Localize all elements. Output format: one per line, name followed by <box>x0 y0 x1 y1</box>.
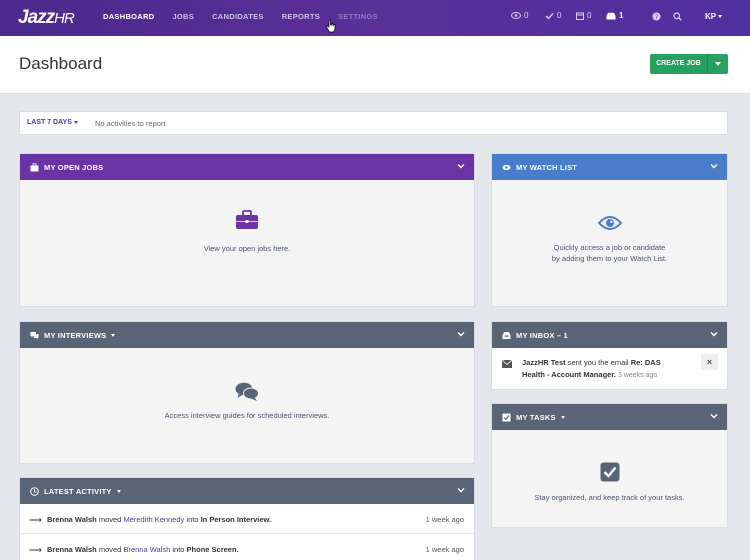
inbox-header[interactable]: MY INBOX – 1 <box>492 322 727 348</box>
arrow-right-icon: ⟶ <box>29 545 42 555</box>
tasks-empty-text: Stay organized, and keep track of your t… <box>534 493 685 502</box>
tasks-body: Stay organized, and keep track of your t… <box>492 430 727 527</box>
chevron-down-icon[interactable] <box>457 162 465 170</box>
activity-row: ⟶ Brenna Walsh moved Meredith Kennedy in… <box>20 505 474 534</box>
latest-activity-header[interactable]: LATEST ACTIVITY <box>20 478 474 504</box>
calendar-counter[interactable]: 0 <box>576 11 591 20</box>
date-range-select[interactable]: LAST 7 DAYS <box>27 119 78 126</box>
checkbox-icon <box>502 413 511 421</box>
chat-bubbles-icon <box>235 382 259 401</box>
page-title: Dashboard <box>19 54 103 73</box>
latest-activity-title: LATEST ACTIVITY <box>44 486 112 496</box>
open-jobs-body: View your open jobs here. <box>20 180 474 306</box>
search-icon[interactable] <box>673 12 682 21</box>
watch-list-panel: MY WATCH LIST Quickly access a job or ca… <box>491 153 728 307</box>
latest-activity-panel: LATEST ACTIVITY ⟶ Brenna Walsh moved Mer… <box>19 477 475 560</box>
tasks-panel: MY TASKS Stay organized, and keep track … <box>491 403 728 528</box>
jazzhr-logo[interactable]: JazzHR <box>18 7 75 29</box>
create-job-button[interactable]: CREATE JOB <box>650 54 708 74</box>
chat-icon <box>30 331 39 339</box>
tasks-title: MY TASKS <box>516 412 556 422</box>
open-jobs-title: MY OPEN JOBS <box>44 162 104 172</box>
nav-settings[interactable]: SETTINGS <box>338 12 378 21</box>
chevron-down-icon[interactable] <box>560 415 565 419</box>
help-icon[interactable]: ? <box>652 12 661 21</box>
nav-jobs[interactable]: JOBS <box>172 12 194 21</box>
eye-icon <box>597 216 622 230</box>
svg-text:?: ? <box>655 14 658 21</box>
chevron-down-icon[interactable] <box>710 162 718 170</box>
briefcase-icon <box>236 210 258 229</box>
open-jobs-panel: MY OPEN JOBS View your open jobs here. <box>19 153 475 307</box>
inbox-counter[interactable]: 1 <box>606 11 623 20</box>
top-nav-bar: JazzHR DASHBOARD JOBS CANDIDATES REPORTS… <box>0 0 750 36</box>
nav-candidates[interactable]: CANDIDATES <box>212 12 264 21</box>
watch-list-header[interactable]: MY WATCH LIST <box>492 154 727 180</box>
interviews-panel: MY INTERVIEWS Access interview guides fo… <box>19 321 475 464</box>
watch-list-empty-text: Quickly access a job or candidate by add… <box>551 243 668 263</box>
activity-row: ⟶ Brenna Walsh moved Brenna Walsh into P… <box>20 535 474 560</box>
arrow-right-icon: ⟶ <box>29 515 42 525</box>
nav-dashboard[interactable]: DASHBOARD <box>103 12 154 21</box>
empty-activity-text: No activities to report <box>95 119 166 128</box>
activity-candidate-link[interactable]: Meredith Kennedy <box>123 515 184 524</box>
activity-candidate-link[interactable]: Brenna Walsh <box>123 545 170 554</box>
dismiss-message-button[interactable]: × <box>701 354 718 370</box>
check-icon <box>545 12 554 20</box>
page-header: Dashboard CREATE JOB <box>0 36 750 94</box>
inbox-message-text: JazzHR Test sent you the email Re: DAS H… <box>522 358 661 379</box>
eye-icon <box>511 12 521 19</box>
main-nav: DASHBOARD JOBS CANDIDATES REPORTS SETTIN… <box>103 12 396 21</box>
activity-time: 1 week ago <box>425 515 464 524</box>
user-menu[interactable]: KP <box>705 12 723 21</box>
eye-icon <box>502 164 511 170</box>
chevron-down-icon <box>718 15 723 19</box>
chevron-down-icon[interactable] <box>710 330 718 338</box>
envelope-icon <box>502 360 512 368</box>
interviews-title: MY INTERVIEWS <box>44 330 107 340</box>
create-job-button-group: CREATE JOB <box>650 54 728 74</box>
activity-stage: In Person Interview. <box>200 515 272 524</box>
calendar-icon <box>576 12 584 20</box>
activity-stage: Phone Screen. <box>186 545 239 554</box>
inbox-tray-icon <box>606 12 616 19</box>
watch-counter[interactable]: 0 <box>511 11 528 20</box>
interviews-body: Access interview guides for scheduled in… <box>20 348 474 463</box>
interviews-empty-text: Access interview guides for scheduled in… <box>164 411 330 420</box>
chevron-down-icon <box>715 62 721 66</box>
chevron-down-icon[interactable] <box>457 486 465 494</box>
interviews-header[interactable]: MY INTERVIEWS <box>20 322 474 348</box>
briefcase-icon <box>30 162 39 171</box>
inbox-message-item[interactable]: JazzHR Test sent you the email Re: DAS H… <box>492 348 727 389</box>
open-jobs-header[interactable]: MY OPEN JOBS <box>20 154 474 180</box>
watch-list-body: Quickly access a job or candidate by add… <box>492 180 727 306</box>
checkbox-icon <box>600 462 619 482</box>
watch-list-title: MY WATCH LIST <box>516 162 578 172</box>
activity-time: 1 week ago <box>425 545 464 554</box>
chevron-down-icon[interactable] <box>710 412 718 420</box>
tasks-header[interactable]: MY TASKS <box>492 404 727 430</box>
chevron-down-icon <box>73 120 78 124</box>
clock-icon <box>30 486 39 496</box>
activity-filter-bar: LAST 7 DAYS No activities to report <box>19 111 728 135</box>
chevron-down-icon[interactable] <box>111 333 116 337</box>
activity-actor[interactable]: Brenna Walsh <box>47 515 97 524</box>
chevron-down-icon[interactable] <box>457 330 465 338</box>
activity-actor[interactable]: Brenna Walsh <box>47 545 97 554</box>
inbox-title: MY INBOX – 1 <box>516 330 568 340</box>
hand-cursor-icon <box>326 19 336 33</box>
inbox-panel: MY INBOX – 1 JazzHR Test sent you the em… <box>491 321 728 390</box>
create-job-dropdown[interactable] <box>708 54 728 74</box>
open-jobs-empty-text: View your open jobs here. <box>203 244 291 253</box>
inbox-tray-icon <box>502 331 511 339</box>
nav-reports[interactable]: REPORTS <box>282 12 320 21</box>
tasks-counter[interactable]: 0 <box>545 11 561 20</box>
chevron-down-icon[interactable] <box>116 489 121 493</box>
